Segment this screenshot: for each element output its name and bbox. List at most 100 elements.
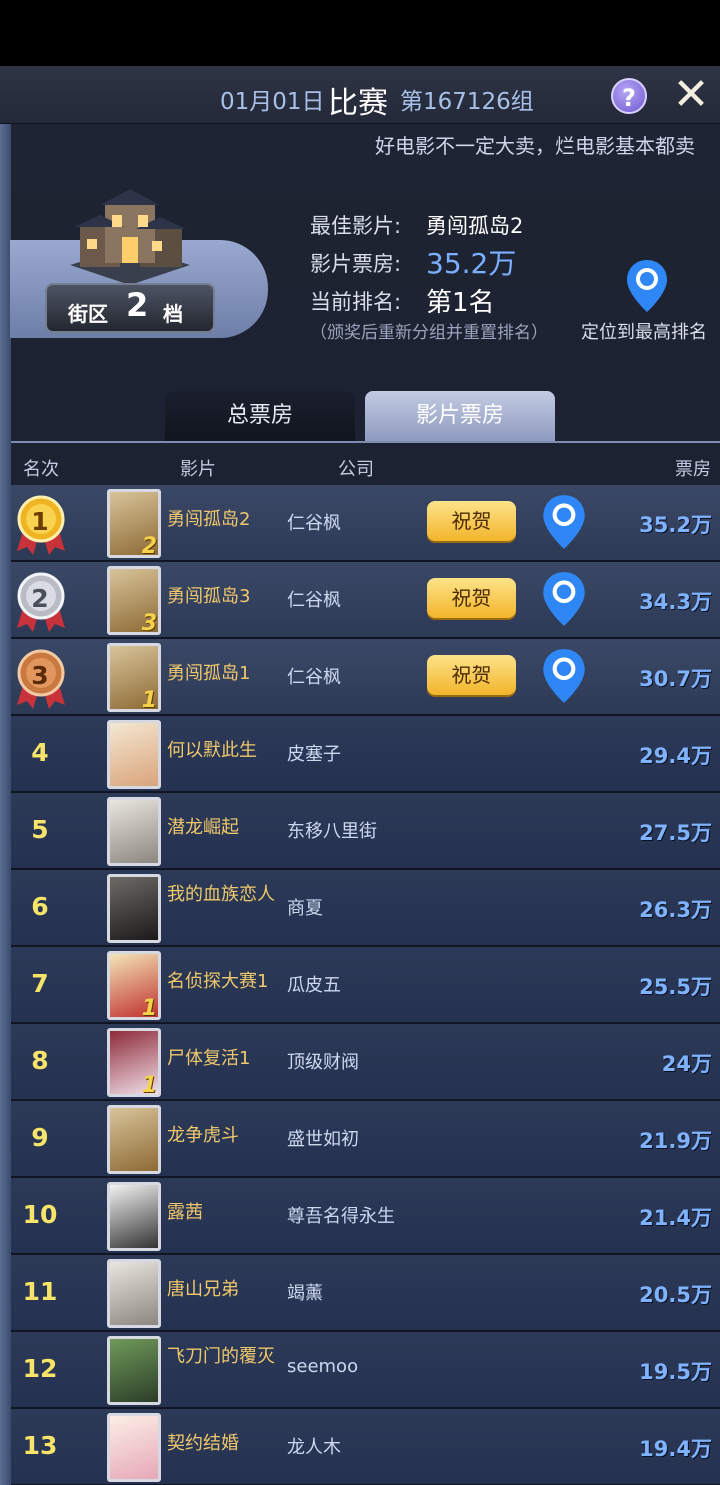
film-poster: 1	[107, 951, 161, 1020]
district-label: 街区	[68, 302, 108, 326]
table-row[interactable]: 3 1 勇闯孤岛1 仁谷枫 祝贺 30.7万	[11, 639, 720, 716]
table-row[interactable]: 7 1 名侦探大赛1 瓜皮五 25.5万	[11, 947, 720, 1024]
box-office-value: 21.9万	[639, 1129, 712, 1153]
film-poster	[107, 1413, 161, 1482]
table-row[interactable]: 6 我的血族恋人 商夏 26.3万	[11, 870, 720, 947]
rank-number: 3	[31, 661, 49, 690]
company-name: 商夏	[287, 898, 323, 919]
group-number: 第167126组	[400, 89, 534, 115]
rank-value: 第1名	[426, 288, 495, 318]
tab-divider	[11, 441, 720, 443]
rank-number: 8	[31, 1046, 49, 1075]
film-title: 龙争虎斗	[167, 1125, 239, 1146]
location-pin-icon[interactable]	[541, 647, 587, 705]
box-office-label: 影片票房:	[310, 252, 402, 276]
rank-number: 6	[31, 892, 49, 921]
film-title: 唐山兄弟	[167, 1279, 239, 1300]
congrats-button[interactable]: 祝贺	[427, 655, 516, 695]
reset-note: （颁奖后重新分组并重置排名）	[310, 323, 548, 343]
film-title: 我的血族恋人	[167, 884, 275, 905]
company-name: 仁谷枫	[287, 590, 341, 611]
table-row[interactable]: 5 潜龙崛起 东移八里街 27.5万	[11, 793, 720, 870]
company-name: 东移八里街	[287, 821, 377, 842]
film-title: 潜龙崛起	[167, 817, 239, 838]
page-title: 比赛	[328, 86, 388, 121]
film-poster	[107, 1182, 161, 1251]
table-row[interactable]: 8 1 尸体复活1 顶级财阀 24万	[11, 1024, 720, 1101]
status-bar	[0, 0, 720, 66]
film-title: 露茜	[167, 1202, 203, 1223]
box-office-value: 24万	[661, 1052, 712, 1076]
column-box-office: 票房	[675, 459, 711, 480]
rank-number: 4	[31, 738, 49, 767]
film-title: 尸体复活1	[167, 1048, 251, 1069]
sequel-number: 1	[141, 688, 157, 712]
box-office-value: 35.2万	[639, 513, 712, 537]
table-row[interactable]: 4 何以默此生 皮塞子 29.4万	[11, 716, 720, 793]
film-poster	[107, 874, 161, 943]
box-office-value: 21.4万	[639, 1206, 712, 1230]
table-row[interactable]: 11 唐山兄弟 竭薰 20.5万	[11, 1255, 720, 1332]
congrats-button[interactable]: 祝贺	[427, 501, 516, 541]
film-title: 飞刀门的覆灭	[167, 1346, 275, 1367]
film-poster	[107, 1259, 161, 1328]
film-poster	[107, 1336, 161, 1405]
best-film-value: 勇闯孤岛2	[426, 214, 524, 238]
table-row[interactable]: 2 3 勇闯孤岛3 仁谷枫 祝贺 34.3万	[11, 562, 720, 639]
marquee-text: 好电影不一定大卖，烂电影基本都卖	[375, 134, 695, 158]
rank-number: 1	[31, 507, 49, 536]
building-icon	[70, 189, 190, 285]
location-pin-icon[interactable]	[625, 258, 669, 314]
table-row[interactable]: 12 飞刀门的覆灭 seemoo 19.5万	[11, 1332, 720, 1409]
film-poster: 2	[107, 489, 161, 558]
company-name: 盛世如初	[287, 1129, 359, 1150]
location-pin-icon[interactable]	[541, 493, 587, 551]
film-poster	[107, 1105, 161, 1174]
film-poster: 1	[107, 643, 161, 712]
box-office-value: 34.3万	[639, 590, 712, 614]
film-title: 契约结婚	[167, 1433, 239, 1454]
rank-number: 9	[31, 1123, 49, 1152]
film-poster	[107, 797, 161, 866]
district-level: 2	[126, 286, 149, 324]
box-office-value: 30.7万	[639, 667, 712, 691]
table-row[interactable]: 10 露茜 尊吾名得永生 21.4万	[11, 1178, 720, 1255]
tab-film-box-office[interactable]: 影片票房	[365, 391, 555, 441]
company-name: 龙人木	[287, 1437, 341, 1458]
column-rank: 名次	[23, 459, 59, 480]
sequel-number: 3	[141, 611, 157, 635]
table-row[interactable]: 9 龙争虎斗 盛世如初 21.9万	[11, 1101, 720, 1178]
box-office-value: 20.5万	[639, 1283, 712, 1307]
company-name: 顶级财阀	[287, 1052, 359, 1073]
box-office-value: 26.3万	[639, 898, 712, 922]
column-film: 影片	[180, 459, 216, 480]
help-icon[interactable]: ?	[611, 78, 647, 114]
film-title: 勇闯孤岛2	[167, 509, 251, 530]
box-office-value: 19.4万	[639, 1437, 712, 1461]
locate-top-rank-link[interactable]: 定位到最高排名	[581, 318, 707, 344]
company-name: 尊吾名得永生	[287, 1206, 395, 1227]
film-poster: 3	[107, 566, 161, 635]
rank-label: 当前排名:	[310, 290, 402, 314]
company-name: 皮塞子	[287, 744, 341, 765]
sequel-number: 1	[141, 1073, 157, 1097]
rank-number: 13	[22, 1431, 58, 1460]
table-row[interactable]: 13 契约结婚 龙人木 19.4万	[11, 1409, 720, 1485]
location-pin-icon[interactable]	[541, 570, 587, 628]
rank-number: 7	[31, 969, 49, 998]
box-office-value: 29.4万	[639, 744, 712, 768]
rank-number: 10	[22, 1200, 58, 1229]
rank-number: 2	[31, 584, 49, 613]
column-company: 公司	[338, 459, 374, 480]
rank-number: 11	[22, 1277, 58, 1306]
match-date: 01月01日	[220, 89, 325, 115]
table-row[interactable]: 1 2 勇闯孤岛2 仁谷枫 祝贺 35.2万	[11, 485, 720, 562]
tab-total-box-office[interactable]: 总票房	[165, 391, 355, 441]
district-unit: 档	[163, 302, 183, 326]
close-icon[interactable]: ✕	[670, 73, 712, 117]
box-office-value: 25.5万	[639, 975, 712, 999]
film-poster	[107, 720, 161, 789]
sequel-number: 2	[141, 534, 157, 558]
congrats-button[interactable]: 祝贺	[427, 578, 516, 618]
box-office-value: 35.2万	[426, 247, 517, 280]
